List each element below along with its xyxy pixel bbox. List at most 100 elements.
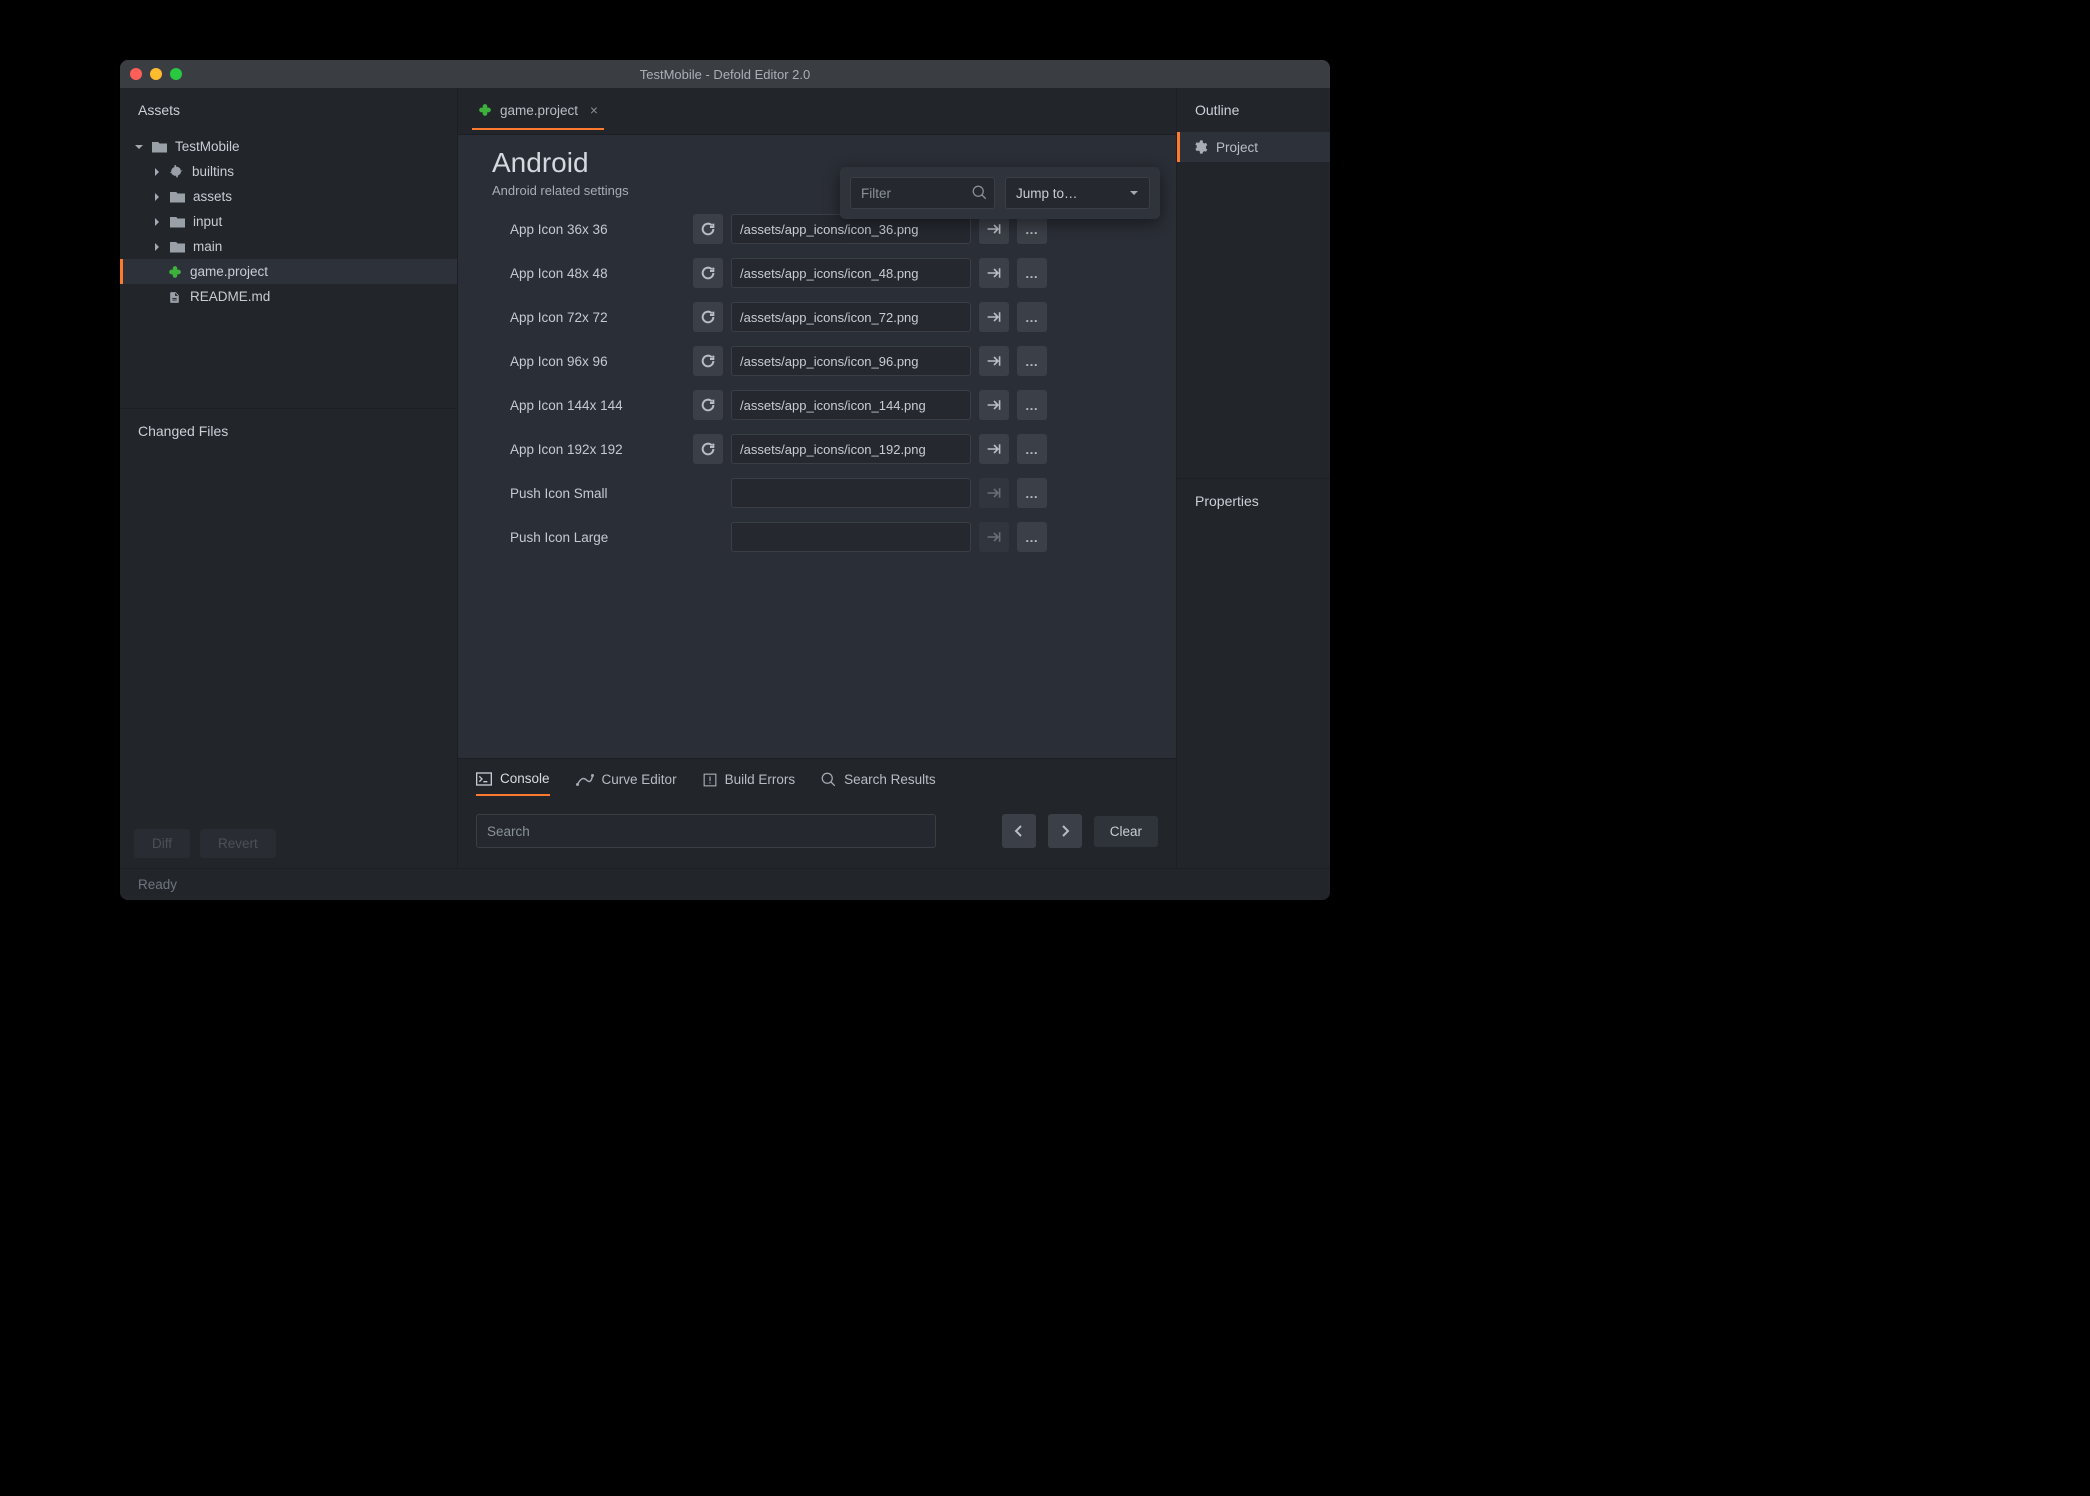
- tree-item-testmobile[interactable]: TestMobile: [120, 134, 457, 159]
- caret-down-icon: [134, 142, 144, 152]
- path-input[interactable]: [731, 390, 971, 420]
- assets-panel: Assets TestMobile: [120, 88, 457, 408]
- path-input[interactable]: [731, 258, 971, 288]
- browse-button[interactable]: …: [1017, 258, 1047, 288]
- dock-tab-search-results[interactable]: Search Results: [821, 771, 936, 796]
- console-toolbar: Clear: [458, 802, 1176, 866]
- reset-button[interactable]: [693, 434, 723, 464]
- statusbar: Ready: [120, 868, 1330, 900]
- next-button[interactable]: [1048, 814, 1082, 848]
- goto-button[interactable]: [979, 434, 1009, 464]
- prop-label: App Icon 36x 36: [510, 222, 685, 237]
- center-panel: game.project × Android Android related s…: [458, 88, 1176, 868]
- prop-row: Push Icon Large …: [510, 522, 1156, 552]
- revert-button[interactable]: Revert: [200, 829, 276, 858]
- tree-item-input[interactable]: input: [120, 209, 457, 234]
- right-panel: Outline Project Properties: [1176, 88, 1330, 868]
- prev-button[interactable]: [1002, 814, 1036, 848]
- close-tab-icon[interactable]: ×: [590, 103, 598, 118]
- reset-button[interactable]: [693, 258, 723, 288]
- prop-row: App Icon 48x 48 …: [510, 258, 1156, 288]
- folder-icon: [170, 191, 185, 203]
- window-title: TestMobile - Defold Editor 2.0: [120, 67, 1330, 82]
- browse-button[interactable]: …: [1017, 302, 1047, 332]
- curve-icon: [576, 773, 594, 787]
- tree-item-readme[interactable]: README.md: [120, 284, 457, 309]
- caret-right-icon: [152, 242, 162, 252]
- goto-button[interactable]: [979, 346, 1009, 376]
- tree-item-game-project[interactable]: game.project: [120, 259, 457, 284]
- folder-icon: [170, 216, 185, 228]
- tab-game-project[interactable]: game.project ×: [472, 93, 604, 130]
- path-input[interactable]: [731, 346, 971, 376]
- clover-icon: [168, 265, 182, 279]
- prop-label: App Icon 48x 48: [510, 266, 685, 281]
- puzzle-icon: [170, 165, 184, 179]
- path-input[interactable]: [731, 434, 971, 464]
- error-icon: [703, 773, 717, 787]
- status-text: Ready: [138, 877, 177, 892]
- browse-button[interactable]: …: [1017, 522, 1047, 552]
- prop-label: Push Icon Large: [510, 530, 685, 545]
- diff-button[interactable]: Diff: [134, 829, 190, 858]
- search-icon: [821, 772, 836, 787]
- dock-tab-console[interactable]: Console: [476, 771, 550, 796]
- prop-row: App Icon 192x 192…: [510, 434, 1156, 464]
- folder-icon: [152, 141, 167, 153]
- browse-button[interactable]: …: [1017, 478, 1047, 508]
- browse-button[interactable]: …: [1017, 390, 1047, 420]
- prop-label: App Icon 72x 72: [510, 310, 685, 325]
- editor-toolbar: Jump to…: [840, 167, 1160, 219]
- folder-icon: [170, 241, 185, 253]
- goto-button[interactable]: [979, 302, 1009, 332]
- tab-label: game.project: [500, 103, 578, 118]
- path-input[interactable]: [731, 478, 971, 508]
- clear-button[interactable]: Clear: [1094, 816, 1158, 847]
- prop-label: App Icon 144x 144: [510, 398, 685, 413]
- dock-tab-build-errors[interactable]: Build Errors: [703, 771, 796, 796]
- prop-row: App Icon 72x 72 …: [510, 302, 1156, 332]
- bottom-dock: Console Curve Editor Build Errors: [458, 758, 1176, 868]
- outline-item-project[interactable]: Project: [1177, 132, 1330, 162]
- browse-button[interactable]: …: [1017, 434, 1047, 464]
- console-icon: [476, 772, 492, 786]
- reset-button[interactable]: [693, 214, 723, 244]
- goto-button[interactable]: [979, 390, 1009, 420]
- prop-row: App Icon 144x 144 …: [510, 390, 1156, 420]
- outline-title: Outline: [1177, 88, 1330, 130]
- goto-button[interactable]: [979, 522, 1009, 552]
- path-input[interactable]: [731, 302, 971, 332]
- properties-panel: Properties: [1177, 478, 1330, 869]
- reset-button[interactable]: [693, 302, 723, 332]
- browse-button[interactable]: …: [1017, 346, 1047, 376]
- outline-item-label: Project: [1216, 140, 1258, 155]
- clover-icon: [478, 103, 492, 117]
- search-icon: [972, 185, 987, 200]
- path-input[interactable]: [731, 522, 971, 552]
- tree-item-main[interactable]: main: [120, 234, 457, 259]
- reset-button[interactable]: [693, 346, 723, 376]
- changed-title: Changed Files: [120, 409, 457, 451]
- props-list: App Icon 36x 36…App Icon 48x 48…App Icon…: [492, 214, 1156, 552]
- dock-tab-curve-editor[interactable]: Curve Editor: [576, 771, 677, 796]
- dock-tabs: Console Curve Editor Build Errors: [458, 759, 1176, 802]
- console-search-input[interactable]: [476, 814, 936, 848]
- titlebar: TestMobile - Defold Editor 2.0: [120, 60, 1330, 88]
- goto-button[interactable]: [979, 478, 1009, 508]
- prop-label: App Icon 96x 96: [510, 354, 685, 369]
- outline-panel: Outline Project: [1177, 88, 1330, 478]
- changed-actions: Diff Revert: [120, 819, 457, 868]
- tree-item-builtins[interactable]: builtins: [120, 159, 457, 184]
- reset-button[interactable]: [693, 390, 723, 420]
- properties-title: Properties: [1177, 479, 1330, 521]
- tree-item-assets[interactable]: assets: [120, 184, 457, 209]
- left-panel: Assets TestMobile: [120, 88, 458, 868]
- gear-icon: [1192, 139, 1208, 155]
- editor-tabs: game.project ×: [458, 88, 1176, 134]
- goto-button[interactable]: [979, 258, 1009, 288]
- file-icon: [168, 290, 182, 304]
- assets-title: Assets: [120, 88, 457, 130]
- defold-editor-window: TestMobile - Defold Editor 2.0 Assets Te…: [120, 60, 1330, 900]
- caret-right-icon: [152, 167, 162, 177]
- jump-to-select[interactable]: Jump to…: [1005, 177, 1150, 209]
